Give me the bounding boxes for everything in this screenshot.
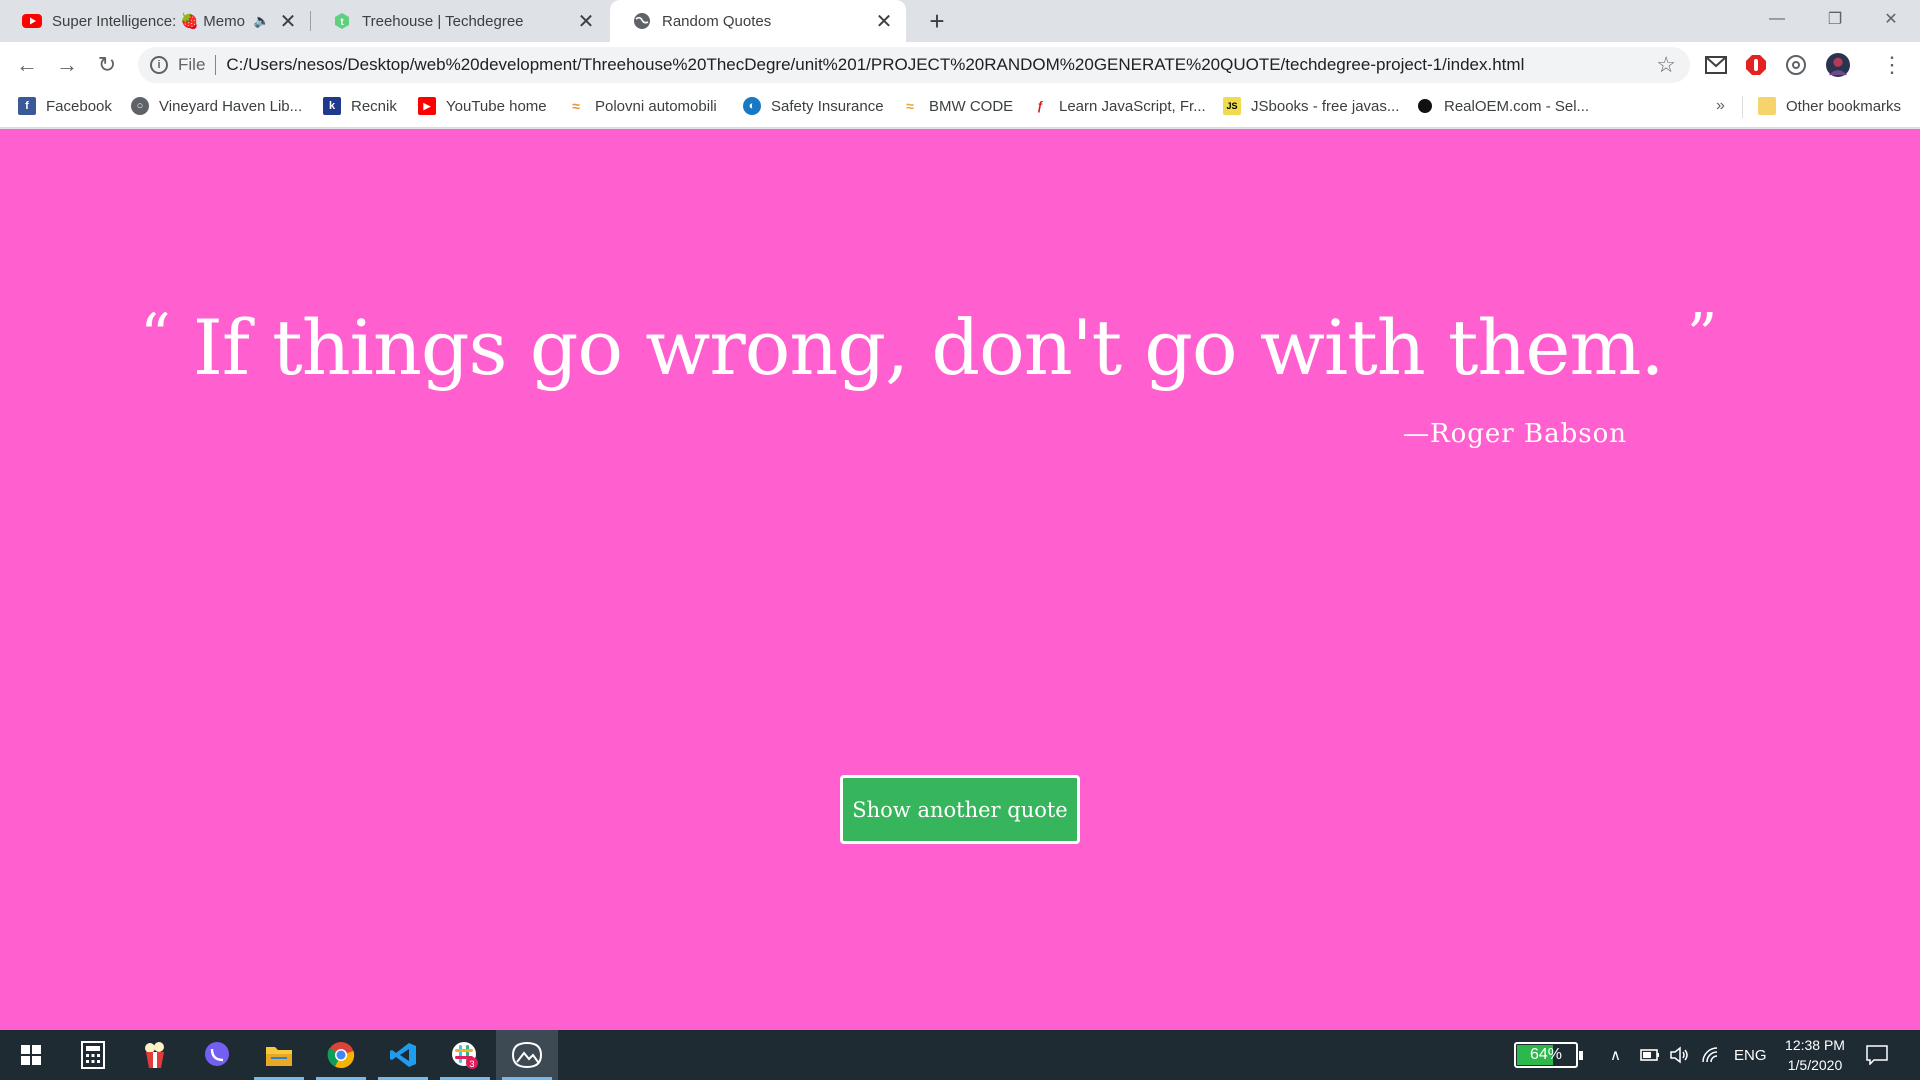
- photos-app-icon[interactable]: [496, 1030, 558, 1080]
- url-scheme: File: [178, 55, 206, 74]
- bookmark-label: Other bookmarks: [1786, 97, 1902, 115]
- chrome-icon[interactable]: [310, 1030, 372, 1080]
- clock[interactable]: 12:38 PM 1/5/2020: [1770, 1035, 1860, 1075]
- bookmark-vineyard-haven[interactable]: ○ Vineyard Haven Lib...: [131, 88, 302, 124]
- start-button[interactable]: [0, 1030, 62, 1080]
- folder-icon: [1758, 97, 1776, 115]
- popcorn-icon[interactable]: [124, 1030, 186, 1080]
- bookmark-label: Polovni automobili: [595, 97, 717, 115]
- clock-time: 12:38 PM: [1785, 1037, 1845, 1053]
- bmw-icon: [1416, 97, 1434, 115]
- more-bookmarks-button[interactable]: »: [1716, 88, 1725, 124]
- globe-icon: ◐: [743, 97, 761, 115]
- open-quote-mark: “: [140, 301, 171, 371]
- youtube-icon: [22, 11, 42, 31]
- bookmark-label: BMW CODE: [929, 97, 1014, 115]
- globe-icon: ○: [131, 97, 149, 115]
- tab-treehouse[interactable]: t Treehouse | Techdegree ✕: [310, 0, 608, 42]
- close-icon[interactable]: ✕: [278, 11, 298, 33]
- wifi-icon[interactable]: [1702, 1030, 1722, 1080]
- facebook-icon: f: [18, 97, 36, 115]
- address-divider: [215, 55, 217, 75]
- quote: “ If things go wrong, don't go with them…: [140, 299, 1717, 395]
- close-icon[interactable]: ✕: [874, 11, 894, 33]
- notifications-icon[interactable]: [1866, 1030, 1888, 1080]
- quote-source: —Roger Babson: [1403, 419, 1627, 449]
- battery-percent: 64%: [1529, 1046, 1563, 1063]
- bookmark-label: Recnik: [351, 97, 397, 115]
- bookmark-label: Facebook: [46, 97, 112, 115]
- bookmark-youtube-home[interactable]: ▶ YouTube home: [418, 88, 547, 124]
- adblock-extension-icon[interactable]: [1744, 53, 1768, 77]
- close-window-button[interactable]: ✕: [1862, 0, 1920, 38]
- windows-taskbar: 3 64% ∧ ENG 12:38 PM 1/5/2020: [0, 1030, 1920, 1080]
- calculator-icon[interactable]: [62, 1030, 124, 1080]
- tab-title: Treehouse | Techdegree: [362, 12, 524, 30]
- battery-nub: [1579, 1051, 1583, 1060]
- minimize-button[interactable]: —: [1748, 0, 1806, 38]
- slack-badge: 3: [469, 1059, 474, 1069]
- tab-title: Random Quotes: [662, 12, 772, 30]
- other-bookmarks[interactable]: Other bookmarks: [1758, 88, 1901, 124]
- forward-button[interactable]: →: [52, 50, 82, 80]
- car-icon: ≈: [572, 98, 580, 114]
- k-icon: k: [323, 97, 341, 115]
- car-icon: ≈: [906, 98, 914, 114]
- learn-icon: ƒ: [1036, 99, 1044, 113]
- bookmark-label: YouTube home: [446, 97, 547, 115]
- bookmarks-bar: f Facebook ○ Vineyard Haven Lib... k Rec…: [0, 88, 1920, 128]
- youtube-icon: ▶: [418, 97, 436, 115]
- slack-icon[interactable]: 3: [434, 1030, 496, 1080]
- viber-icon[interactable]: [186, 1030, 248, 1080]
- address-bar[interactable]: i File C:/Users/nesos/Desktop/web%20deve…: [138, 47, 1690, 83]
- bookmark-star-icon[interactable]: ☆: [1656, 52, 1676, 78]
- tab-strip: Super Intelligence: 🍓 Memo 🔈 ✕ t Treehou…: [0, 0, 1920, 42]
- gmail-extension-icon[interactable]: [1704, 53, 1728, 77]
- bookmark-label: Vineyard Haven Lib...: [159, 97, 303, 115]
- new-tab-button[interactable]: +: [922, 6, 952, 36]
- treehouse-icon: t: [332, 11, 352, 31]
- bookmark-jsbooks[interactable]: JS JSbooks - free javas...: [1223, 88, 1399, 124]
- close-icon[interactable]: ✕: [576, 11, 596, 33]
- bookmark-safety-insurance[interactable]: ◐ Safety Insurance: [743, 88, 884, 124]
- battery-icon[interactable]: [1640, 1030, 1660, 1080]
- reload-button[interactable]: ↻: [92, 50, 122, 80]
- volume-icon[interactable]: [1670, 1030, 1690, 1080]
- browser-toolbar: ← → ↻ i File C:/Users/nesos/Desktop/web%…: [0, 42, 1920, 88]
- bookmark-facebook[interactable]: f Facebook: [18, 88, 112, 124]
- globe-icon: [632, 11, 652, 31]
- battery-indicator[interactable]: 64%: [1514, 1042, 1583, 1068]
- bookmark-bmw-code[interactable]: ≈ BMW CODE: [901, 88, 1013, 124]
- language-indicator[interactable]: ENG: [1734, 1030, 1767, 1080]
- bookmark-learn-javascript[interactable]: ƒ Learn JavaScript, Fr...: [1031, 88, 1206, 124]
- bookmark-label: Learn JavaScript, Fr...: [1059, 97, 1206, 115]
- clock-date: 1/5/2020: [1787, 1057, 1843, 1073]
- speaker-icon[interactable]: 🔈: [254, 13, 270, 29]
- bookmarks-divider: [1742, 96, 1743, 118]
- restore-button[interactable]: ❐: [1806, 0, 1864, 38]
- quote-text: If things go wrong, don't go with them.: [192, 303, 1665, 392]
- chevron-up-icon[interactable]: ∧: [1610, 1030, 1621, 1080]
- page-content: “ If things go wrong, don't go with them…: [0, 129, 1920, 1030]
- tab-super-intelligence[interactable]: Super Intelligence: 🍓 Memo 🔈 ✕: [0, 0, 310, 42]
- bookmark-label: RealOEM.com - Sel...: [1444, 97, 1590, 115]
- js-icon: JS: [1223, 97, 1241, 115]
- extension-icon[interactable]: [1784, 53, 1808, 77]
- profile-avatar[interactable]: [1826, 53, 1850, 77]
- show-another-quote-button[interactable]: Show another quote: [840, 775, 1080, 844]
- vscode-icon[interactable]: [372, 1030, 434, 1080]
- back-button[interactable]: ←: [12, 50, 42, 80]
- menu-icon[interactable]: ⋮: [1880, 52, 1904, 77]
- bookmark-realoem[interactable]: RealOEM.com - Sel...: [1416, 88, 1589, 124]
- file-explorer-icon[interactable]: [248, 1030, 310, 1080]
- info-icon[interactable]: i: [150, 56, 168, 74]
- bookmark-label: JSbooks - free javas...: [1251, 97, 1400, 115]
- tab-random-quotes[interactable]: Random Quotes ✕: [610, 0, 906, 42]
- bookmark-label: Safety Insurance: [771, 97, 884, 115]
- bookmark-polovni-automobili[interactable]: ≈ Polovni automobili: [567, 88, 717, 124]
- url-text[interactable]: C:/Users/nesos/Desktop/web%20development…: [226, 55, 1524, 75]
- tab-title: Super Intelligence: 🍓 Memo: [52, 13, 245, 30]
- bookmark-recnik[interactable]: k Recnik: [323, 88, 397, 124]
- close-quote-mark: ”: [1686, 301, 1718, 371]
